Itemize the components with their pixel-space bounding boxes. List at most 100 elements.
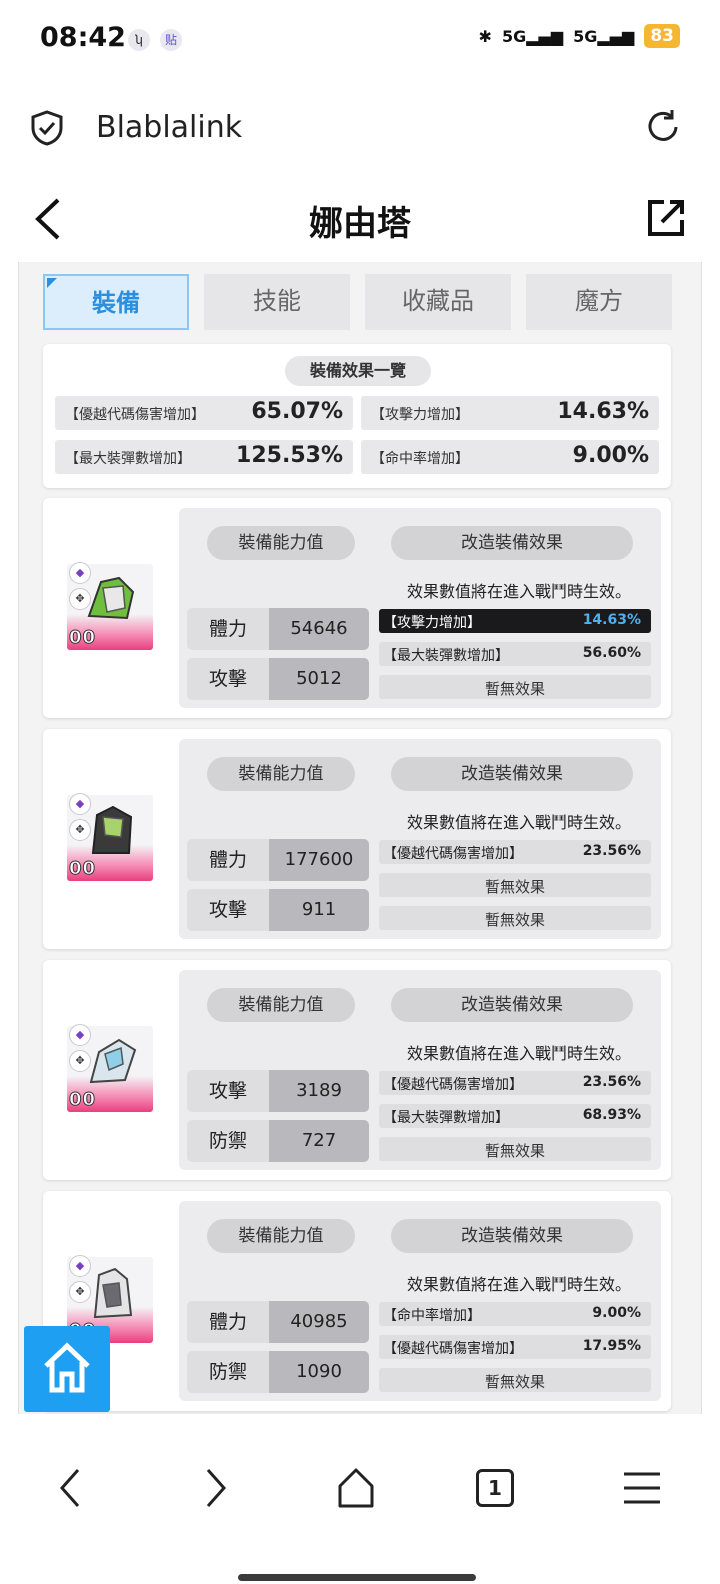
tieba-app-icon: 贴 <box>160 29 182 51</box>
mod-label: 【最大裝彈數增加】 <box>383 1110 509 1126</box>
equipment-thumbnail[interactable]: ◆ ✥ 00 <box>67 793 153 881</box>
status-indicators: ✱ 5G▂▄▆ 5G▂▄▆ 83 <box>479 24 680 48</box>
equipment-card-body[interactable]: ◆ ✥ 00 裝備能力值 改造裝備效果 體力 177600 攻擊 911 效果數… <box>43 729 671 949</box>
summary-value: 65.07% <box>251 399 343 424</box>
mod-title: 改造裝備效果 <box>391 988 633 1022</box>
status-time: 08:42 <box>40 22 126 53</box>
nav-home-icon[interactable] <box>334 1466 378 1510</box>
stat-name: 攻擊 <box>187 889 269 931</box>
mod-empty-text: 暫無效果 <box>484 911 545 929</box>
mod-row-empty: 暫無效果 <box>379 675 651 699</box>
stat-row: 體力 54646 <box>187 608 369 650</box>
stat-row: 防禦 1090 <box>187 1351 369 1393</box>
mod-label: 【命中率增加】 <box>383 1308 481 1324</box>
tab-collection[interactable]: 收藏品 <box>365 274 511 330</box>
mod-note: 效果數值將在進入戰鬥時生效。 <box>406 1044 631 1063</box>
summary-value: 14.63% <box>557 399 649 424</box>
mod-row-empty: 暫無效果 <box>379 873 651 897</box>
equipment-detail-panel: 裝備能力值 改造裝備效果 體力 40985 防禦 1090 效果數值將在進入戰鬥… <box>179 1201 661 1401</box>
summary-item: 【攻擊力增加】 14.63% <box>361 396 659 430</box>
home-icon <box>44 1342 90 1393</box>
mod-row-empty: 暫無效果 <box>379 1137 651 1161</box>
summary-item: 【命中率增加】 9.00% <box>361 440 659 474</box>
equipment-effect-summary: 裝備效果一覽 【優越代碼傷害增加】 65.07% 【攻擊力增加】 14.63% … <box>43 344 671 488</box>
stat-name: 防禦 <box>187 1351 269 1393</box>
summary-item: 【優越代碼傷害增加】 65.07% <box>55 396 353 430</box>
summary-value: 125.53% <box>236 443 343 468</box>
stat-name: 體力 <box>187 608 269 650</box>
stat-value: 727 <box>269 1120 369 1162</box>
site-name: Blablalink <box>96 110 243 145</box>
equipment-thumbnail[interactable]: ◆ ✥ 00 <box>67 1024 153 1112</box>
equipment-detail-panel: 裝備能力值 改造裝備效果 攻擊 3189 防禦 727 效果數值將在進入戰鬥時生… <box>179 970 661 1170</box>
mod-value: 14.63% <box>582 612 641 628</box>
tab-cube[interactable]: 魔方 <box>526 274 672 330</box>
stat-row: 體力 177600 <box>187 839 369 881</box>
mod-empty-text: 暫無效果 <box>484 680 545 698</box>
tab-skills[interactable]: 技能 <box>204 274 350 330</box>
summary-value: 9.00% <box>572 443 649 468</box>
mod-title: 改造裝備效果 <box>391 526 633 560</box>
stat-name: 防禦 <box>187 1120 269 1162</box>
equipment-thumbnail[interactable]: ◆ ✥ 00 <box>67 562 153 650</box>
mod-label: 【攻擊力增加】 <box>383 615 481 631</box>
mod-row-empty: 暫無效果 <box>379 1368 651 1392</box>
equipment-detail-panel: 裝備能力值 改造裝備效果 體力 54646 攻擊 5012 效果數值將在進入戰鬥… <box>179 508 661 708</box>
stat-title: 裝備能力值 <box>207 1219 355 1253</box>
mod-row: 【命中率增加】 9.00% <box>379 1302 651 1326</box>
stat-name: 體力 <box>187 1301 269 1343</box>
mod-row: 【最大裝彈數增加】 56.60% <box>379 642 651 666</box>
content-area[interactable]: 裝備 技能 收藏品 魔方 裝備效果一覽 【優越代碼傷害增加】 65.07% 【攻… <box>18 262 702 1414</box>
equipment-level: 00 <box>68 627 97 649</box>
mod-row: 【攻擊力增加】 14.63% <box>379 609 651 633</box>
summary-label: 【攻擊力增加】 <box>371 407 469 423</box>
battery-indicator: 83 <box>644 24 680 48</box>
equipment-tabs: 裝備 技能 收藏品 魔方 <box>43 274 672 330</box>
equipment-detail-panel: 裝備能力值 改造裝備效果 體力 177600 攻擊 911 效果數值將在進入戰鬥… <box>179 739 661 939</box>
equipment-card-arms[interactable]: ◆ ✥ 00 裝備能力值 改造裝備效果 攻擊 3189 防禦 727 效果數值將… <box>43 960 671 1180</box>
stat-value: 40985 <box>269 1301 369 1343</box>
stat-value: 1090 <box>269 1351 369 1393</box>
home-button[interactable] <box>24 1326 110 1412</box>
menu-icon[interactable] <box>620 1466 664 1510</box>
equipment-level: 00 <box>68 858 97 880</box>
nav-forward-icon[interactable] <box>192 1466 236 1510</box>
mod-row-empty: 暫無效果 <box>379 906 651 930</box>
stat-title: 裝備能力值 <box>207 988 355 1022</box>
mod-value: 23.56% <box>582 843 641 859</box>
summary-item: 【最大裝彈數增加】 125.53% <box>55 440 353 474</box>
summary-title: 裝備效果一覽 <box>285 356 431 386</box>
bluetooth-icon: ✱ <box>478 26 492 46</box>
equipment-card-legs[interactable]: ◆ ✥ 00 裝備能力值 改造裝備效果 體力 40985 防禦 1090 效果數… <box>43 1191 671 1411</box>
reload-icon[interactable] <box>644 108 682 146</box>
mod-empty-text: 暫無效果 <box>484 878 545 896</box>
stat-row: 攻擊 3189 <box>187 1070 369 1112</box>
gesture-bar <box>238 1574 476 1581</box>
stat-row: 攻擊 5012 <box>187 658 369 700</box>
mod-label: 【優越代碼傷害增加】 <box>383 846 523 862</box>
stat-value: 911 <box>269 889 369 931</box>
stat-value: 54646 <box>269 608 369 650</box>
share-external-icon[interactable] <box>646 198 686 238</box>
mod-value: 56.60% <box>582 645 641 661</box>
summary-label: 【最大裝彈數增加】 <box>65 451 191 467</box>
browser-bottom-nav: 1 <box>0 1440 720 1584</box>
tabs-count-button[interactable]: 1 <box>476 1469 514 1507</box>
signal-icon-2: 5G▂▄▆ <box>573 26 635 46</box>
armor-art-icon <box>91 805 133 854</box>
mod-title: 改造裝備效果 <box>391 1219 633 1253</box>
mod-value: 9.00% <box>592 1305 641 1321</box>
stat-title: 裝備能力值 <box>207 526 355 560</box>
shield-check-icon[interactable] <box>30 110 64 146</box>
mod-row: 【優越代碼傷害增加】 23.56% <box>379 1071 651 1095</box>
status-bar: 08:42 ʮ 贴 ✱ 5G▂▄▆ 5G▂▄▆ 83 <box>0 0 720 80</box>
notification-app-icon: ʮ <box>128 29 150 51</box>
mod-title: 改造裝備效果 <box>391 757 633 791</box>
mod-note: 效果數值將在進入戰鬥時生效。 <box>406 582 631 601</box>
page-title: 娜由塔 <box>309 204 411 244</box>
equipment-card-head[interactable]: ◆ ✥ 00 裝備能力值 改造裝備效果 體力 54646 攻擊 5012 效果數… <box>43 498 671 718</box>
nav-back-icon[interactable] <box>50 1466 94 1510</box>
mod-label: 【最大裝彈數增加】 <box>383 648 509 664</box>
mod-row: 【優越代碼傷害增加】 17.95% <box>379 1335 651 1359</box>
tab-equipment[interactable]: 裝備 <box>43 274 189 330</box>
